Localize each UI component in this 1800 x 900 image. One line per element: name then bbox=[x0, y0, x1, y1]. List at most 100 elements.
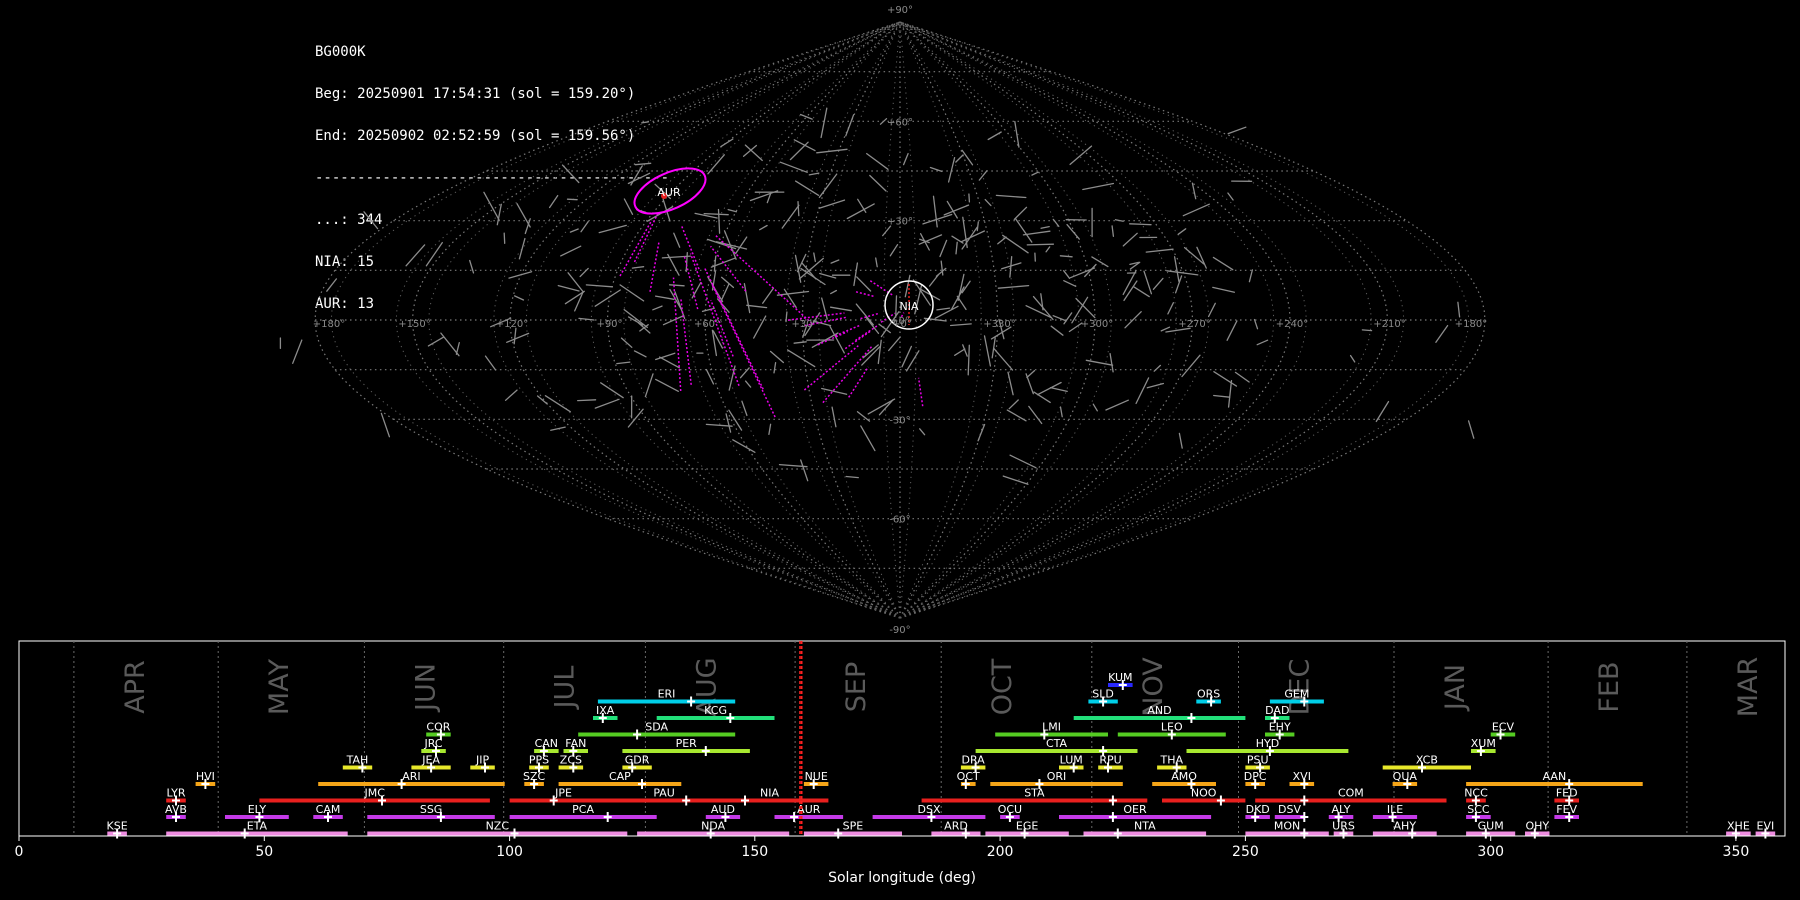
shower-sld: SLD bbox=[1088, 688, 1118, 707]
sporadic-meteor bbox=[1069, 267, 1096, 279]
lat-label: +0° bbox=[890, 316, 910, 327]
shower-avb: AVB bbox=[165, 803, 187, 822]
sporadic-meteor bbox=[977, 423, 986, 442]
shower-pca: PCA bbox=[509, 803, 657, 822]
sporadic-meteor bbox=[1167, 302, 1175, 315]
sporadic-meteor bbox=[661, 255, 692, 259]
shower-label: JRC bbox=[423, 737, 442, 750]
shower-dsx: DSX bbox=[872, 803, 986, 822]
sporadic-meteor bbox=[1033, 391, 1051, 404]
sporadic-meteor bbox=[856, 276, 872, 292]
sporadic-meteor bbox=[734, 236, 748, 255]
lat-label: +90° bbox=[887, 5, 913, 16]
sporadic-meteor bbox=[1212, 286, 1236, 293]
sporadic-meteor bbox=[800, 459, 809, 482]
figure: BG000K Beg: 20250901 17:54:31 (sol = 159… bbox=[0, 0, 1800, 900]
shower-label: DRA bbox=[961, 754, 985, 767]
shower-szc: SZC bbox=[523, 770, 546, 789]
sporadic-meteor bbox=[658, 356, 681, 369]
shower-label: ZCS bbox=[560, 754, 582, 767]
sporadic-meteor bbox=[846, 203, 875, 220]
shower-label: NCC bbox=[1464, 787, 1488, 800]
shower-ixa: IXA bbox=[593, 704, 618, 723]
sporadic-meteor bbox=[813, 252, 816, 263]
sporadic-meteor bbox=[820, 107, 828, 139]
shower-label: ILE bbox=[1387, 803, 1403, 816]
shower-label: EHY bbox=[1269, 721, 1291, 734]
sporadic-meteor bbox=[691, 281, 702, 299]
shower-label: GDR bbox=[625, 754, 650, 767]
sporadic-meteor bbox=[427, 336, 444, 347]
aur-meteor bbox=[714, 234, 813, 324]
sporadic-meteor bbox=[292, 339, 303, 364]
shower-label: SLD bbox=[1092, 688, 1114, 701]
shower-label: ALY bbox=[1332, 803, 1351, 816]
sporadic-meteor bbox=[895, 295, 898, 318]
shower-pau: PAU bbox=[612, 787, 716, 806]
sporadic-meteor bbox=[631, 266, 645, 269]
x-tick-label: 0 bbox=[15, 844, 24, 860]
shower-label: PPS bbox=[529, 754, 549, 767]
shower-label: ETA bbox=[247, 820, 268, 833]
lon-label: +120° bbox=[496, 319, 528, 330]
shower-label: JMC bbox=[363, 787, 385, 800]
aur-meteor bbox=[649, 240, 660, 292]
sporadic-meteor bbox=[594, 398, 620, 409]
sporadic-meteor bbox=[536, 395, 548, 405]
sporadic-meteor bbox=[922, 213, 953, 225]
sporadic-meteor bbox=[518, 237, 526, 260]
shower-fev: FEV bbox=[1554, 803, 1579, 822]
sporadic-meteor bbox=[1133, 286, 1150, 298]
sporadic-meteor bbox=[943, 204, 970, 216]
shower-label: EGE bbox=[1016, 820, 1038, 833]
radiant-nia-label: NIA bbox=[900, 300, 919, 313]
x-tick-label: 50 bbox=[255, 844, 273, 860]
minor-meridian-line bbox=[395, 21, 901, 619]
sporadic-meteor bbox=[1114, 219, 1124, 222]
lat-label: +60° bbox=[887, 117, 913, 128]
lon-label: +30° bbox=[791, 319, 817, 330]
sporadic-meteor bbox=[655, 378, 679, 392]
shower-label: AAN bbox=[1543, 770, 1567, 783]
x-axis-label: Solar longitude (deg) bbox=[828, 870, 976, 886]
sporadic-meteor bbox=[469, 259, 475, 274]
sporadic-meteor bbox=[949, 323, 972, 327]
shower-jmc: JMC bbox=[259, 787, 490, 806]
sporadic-meteor bbox=[1124, 311, 1142, 329]
sporadic-meteor bbox=[623, 308, 648, 329]
sporadic-meteor bbox=[703, 212, 729, 216]
shower-label: DSX bbox=[918, 803, 941, 816]
sporadic-meteor bbox=[793, 139, 816, 152]
shower-label: XVI bbox=[1293, 770, 1311, 783]
lon-label: +270° bbox=[1178, 319, 1210, 330]
shower-label: STA bbox=[1024, 787, 1045, 800]
sporadic-meteor bbox=[577, 399, 597, 402]
sporadic-meteor bbox=[1207, 302, 1216, 318]
sporadic-meteor bbox=[1063, 312, 1073, 325]
shower-label: OCT bbox=[957, 770, 980, 783]
shower-jip: JIP bbox=[470, 754, 495, 773]
shower-ori: ORI bbox=[990, 770, 1123, 789]
aur-meteor bbox=[672, 277, 682, 392]
shower-label: JIP bbox=[475, 754, 489, 767]
sporadic-meteor bbox=[776, 290, 810, 296]
shower-rpu: RPU bbox=[1098, 754, 1123, 773]
shower-ors: ORS bbox=[1196, 688, 1221, 707]
sporadic-meteor bbox=[1002, 475, 1029, 485]
sporadic-meteor bbox=[976, 221, 979, 232]
sporadic-meteor bbox=[484, 355, 497, 371]
sporadic-meteor bbox=[701, 307, 715, 313]
sporadic-meteor bbox=[888, 336, 901, 352]
sporadic-meteor bbox=[561, 164, 580, 184]
sporadic-meteor bbox=[1178, 432, 1183, 449]
lat-label: -30° bbox=[889, 415, 910, 426]
sporadic-meteor bbox=[877, 339, 882, 365]
month-label: OCT bbox=[987, 658, 1018, 715]
sporadic-meteor bbox=[627, 172, 651, 185]
sporadic-meteor bbox=[1066, 223, 1080, 240]
shower-label: CAP bbox=[609, 770, 631, 783]
shower-label: ELY bbox=[248, 803, 267, 816]
sporadic-meteor bbox=[1025, 305, 1052, 319]
shower-noo: NOO bbox=[1162, 787, 1246, 806]
sporadic-meteor bbox=[818, 173, 838, 198]
